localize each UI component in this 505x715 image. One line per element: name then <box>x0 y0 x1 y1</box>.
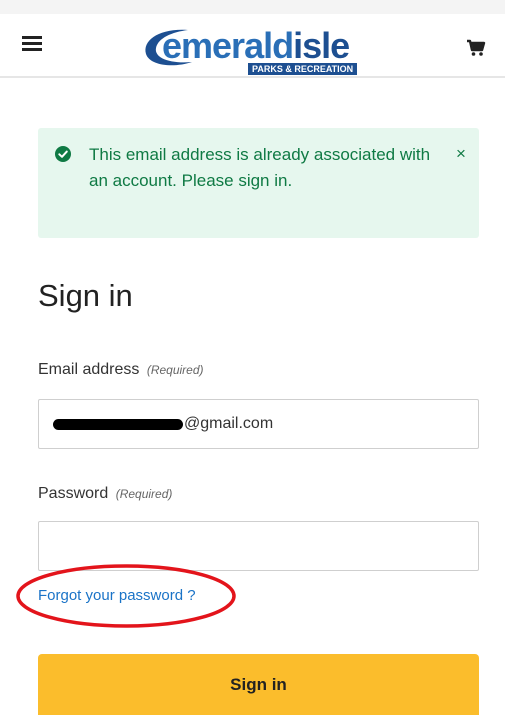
browser-top-strip <box>0 0 505 14</box>
password-label: Password (Required) <box>38 484 172 504</box>
redacted-email-username <box>53 418 183 430</box>
emerald-isle-logo[interactable]: emeraldisle PARKS & RECREATION <box>140 20 380 76</box>
email-field[interactable]: @gmail.com <box>38 399 479 449</box>
logo-text-emerald: emerald <box>162 25 294 66</box>
logo-wordmark: emeraldisle <box>162 25 350 66</box>
site-header: emeraldisle PARKS & RECREATION <box>0 14 505 78</box>
sign-in-button[interactable]: Sign in <box>38 654 479 715</box>
logo-text-isle: isle <box>293 25 350 66</box>
email-value: @gmail.com <box>53 400 273 448</box>
close-alert-button[interactable]: × <box>451 142 471 166</box>
logo-subtitle: PARKS & RECREATION <box>248 63 358 75</box>
hamburger-menu-icon[interactable] <box>22 36 42 52</box>
success-alert: This email address is already associated… <box>38 128 479 238</box>
password-field[interactable] <box>38 521 479 571</box>
password-label-text: Password <box>38 485 109 502</box>
email-required-text: (Required) <box>146 363 204 377</box>
email-label-text: Email address <box>38 361 140 378</box>
email-label: Email address (Required) <box>38 360 204 380</box>
email-domain-text: @gmail.com <box>184 415 274 432</box>
forgot-password-link[interactable]: Forgot your password ? <box>38 586 196 606</box>
password-required-text: (Required) <box>115 487 173 501</box>
check-circle-icon <box>55 146 71 162</box>
alert-message: This email address is already associated… <box>89 145 431 190</box>
page-title: Sign in <box>38 278 133 313</box>
shopping-cart-icon[interactable] <box>466 38 486 58</box>
